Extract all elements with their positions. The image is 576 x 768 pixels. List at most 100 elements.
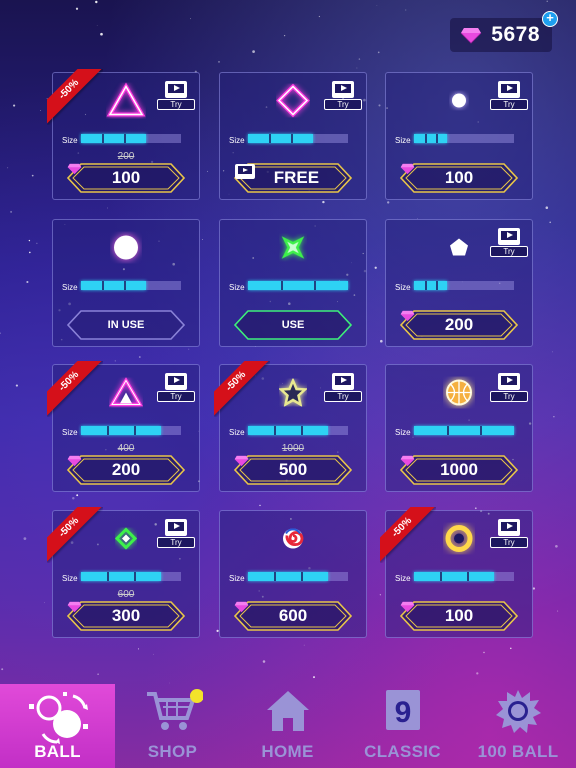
ball-card[interactable]: Size 600	[219, 510, 367, 638]
old-price: 400	[117, 443, 135, 454]
nav-tab-home[interactable]: HOME	[230, 684, 345, 768]
size-bar-fill	[248, 281, 348, 290]
ads-video-icon	[235, 164, 255, 179]
size-bar-fill	[248, 572, 328, 581]
try-ad-button[interactable]: Try	[490, 228, 528, 258]
try-label: Try	[157, 99, 195, 110]
buy-button[interactable]: 100	[67, 163, 185, 193]
try-label: Try	[157, 537, 195, 548]
size-bar	[414, 572, 514, 581]
classic-9-icon: 9	[383, 688, 423, 737]
video-ad-icon	[332, 373, 354, 390]
price-label: 1000	[440, 460, 478, 479]
ball-card[interactable]: Size USE	[219, 219, 367, 347]
discount-ribbon: -50%	[47, 507, 103, 563]
diamond-icon	[234, 601, 249, 613]
buy-button[interactable]: 500	[234, 455, 352, 485]
size-bar-fill	[248, 426, 328, 435]
size-bar	[81, 426, 181, 435]
diamond-icon	[234, 455, 249, 467]
try-ad-button[interactable]: Try	[157, 373, 195, 403]
ball-card[interactable]: -50% Try Size 100	[380, 507, 533, 638]
diamond-icon	[400, 455, 415, 467]
price-label: 200	[111, 460, 141, 479]
size-bar-fill	[414, 572, 494, 581]
size-bar	[81, 281, 181, 290]
green-diamond-ball-icon	[114, 527, 138, 555]
size-label: Size	[62, 283, 78, 292]
nav-tab-ball[interactable]: BALL	[0, 684, 115, 768]
video-ad-icon	[498, 81, 520, 98]
size-label: Size	[62, 574, 78, 583]
size-bar	[414, 281, 514, 290]
price-label: 600	[278, 606, 308, 625]
discount-ribbon: -50%	[214, 361, 270, 417]
price-label: 100	[444, 168, 474, 187]
old-price: 1000	[281, 443, 305, 454]
try-ad-button[interactable]: Try	[324, 373, 362, 403]
buy-button[interactable]: 100	[400, 163, 518, 193]
video-ad-icon	[165, 519, 187, 536]
size-bar	[248, 572, 348, 581]
discount-label: -50%	[380, 507, 436, 562]
ball-card[interactable]: Try Size 1000	[385, 364, 533, 492]
white-circle-ball-icon	[110, 232, 142, 269]
diamond-icon	[67, 163, 82, 175]
discount-ribbon: -50%	[47, 361, 103, 417]
try-ad-button[interactable]: Try	[157, 519, 195, 549]
size-label: Size	[62, 136, 78, 145]
nav-tab-100-ball[interactable]: 100 BALL	[460, 684, 576, 768]
video-ad-icon	[165, 373, 187, 390]
buy-button[interactable]: 200	[67, 455, 185, 485]
diamond-icon	[67, 455, 82, 467]
ball-card[interactable]: -50% Try Size 400 200	[47, 361, 200, 492]
ball-card[interactable]: Try Size 200	[385, 219, 533, 347]
size-label: Size	[62, 428, 78, 437]
add-gems-button[interactable]: +	[542, 11, 558, 27]
buy-button[interactable]: 600	[234, 601, 352, 631]
old-price: 200	[117, 151, 135, 162]
buy-button[interactable]: 100	[400, 601, 518, 631]
try-label: Try	[324, 99, 362, 110]
ball-card[interactable]: Size IN USE	[52, 219, 200, 347]
try-ad-button[interactable]: Try	[324, 81, 362, 111]
use-button[interactable]: USE	[234, 310, 352, 340]
buy-button[interactable]: 200	[400, 310, 518, 340]
video-ad-icon	[498, 519, 520, 536]
ball-card[interactable]: -50% Try Size 1000 500	[214, 361, 367, 492]
buy-button[interactable]: 1000	[400, 455, 518, 485]
ball-card[interactable]: Try Size FREE	[219, 72, 367, 200]
try-ad-button[interactable]: Try	[490, 519, 528, 549]
buy-button[interactable]: 300	[67, 601, 185, 631]
try-ad-button[interactable]: Try	[490, 81, 528, 111]
price-label: 300	[111, 606, 141, 625]
pentagon-ball-icon	[448, 237, 470, 264]
try-label: Try	[490, 246, 528, 257]
ball-card[interactable]: -50% Try Size 200 100	[47, 69, 200, 200]
size-label: Size	[229, 283, 245, 292]
size-bar	[248, 134, 348, 143]
triangle-outline-ball-icon	[106, 82, 146, 124]
ball-card[interactable]: -50% Try Size 600 300	[47, 507, 200, 638]
ball-card[interactable]: Try Size 100	[385, 72, 533, 200]
nav-label: BALL	[34, 742, 81, 761]
size-label: Size	[395, 136, 411, 145]
size-label: Size	[395, 283, 411, 292]
size-bar-fill	[414, 281, 447, 290]
try-ad-button[interactable]: Try	[157, 81, 195, 111]
nav-tab-shop[interactable]: SHOP	[115, 684, 230, 768]
nav-label: HOME	[261, 742, 314, 761]
size-label: Size	[395, 428, 411, 437]
try-ad-button[interactable]: Try	[490, 373, 528, 403]
discount-label: -50%	[47, 69, 103, 124]
nav-tab-classic[interactable]: 9 CLASSIC	[345, 684, 460, 768]
size-bar	[81, 572, 181, 581]
try-label: Try	[490, 537, 528, 548]
diamond-icon	[460, 28, 482, 44]
basketball-ball-icon	[443, 377, 475, 414]
free-button[interactable]: FREE	[234, 163, 352, 193]
size-bar-fill	[414, 134, 447, 143]
discount-ribbon: -50%	[380, 507, 436, 563]
in-use-button[interactable]: IN USE	[67, 310, 185, 340]
diamond-outline-ball-icon	[276, 83, 310, 123]
